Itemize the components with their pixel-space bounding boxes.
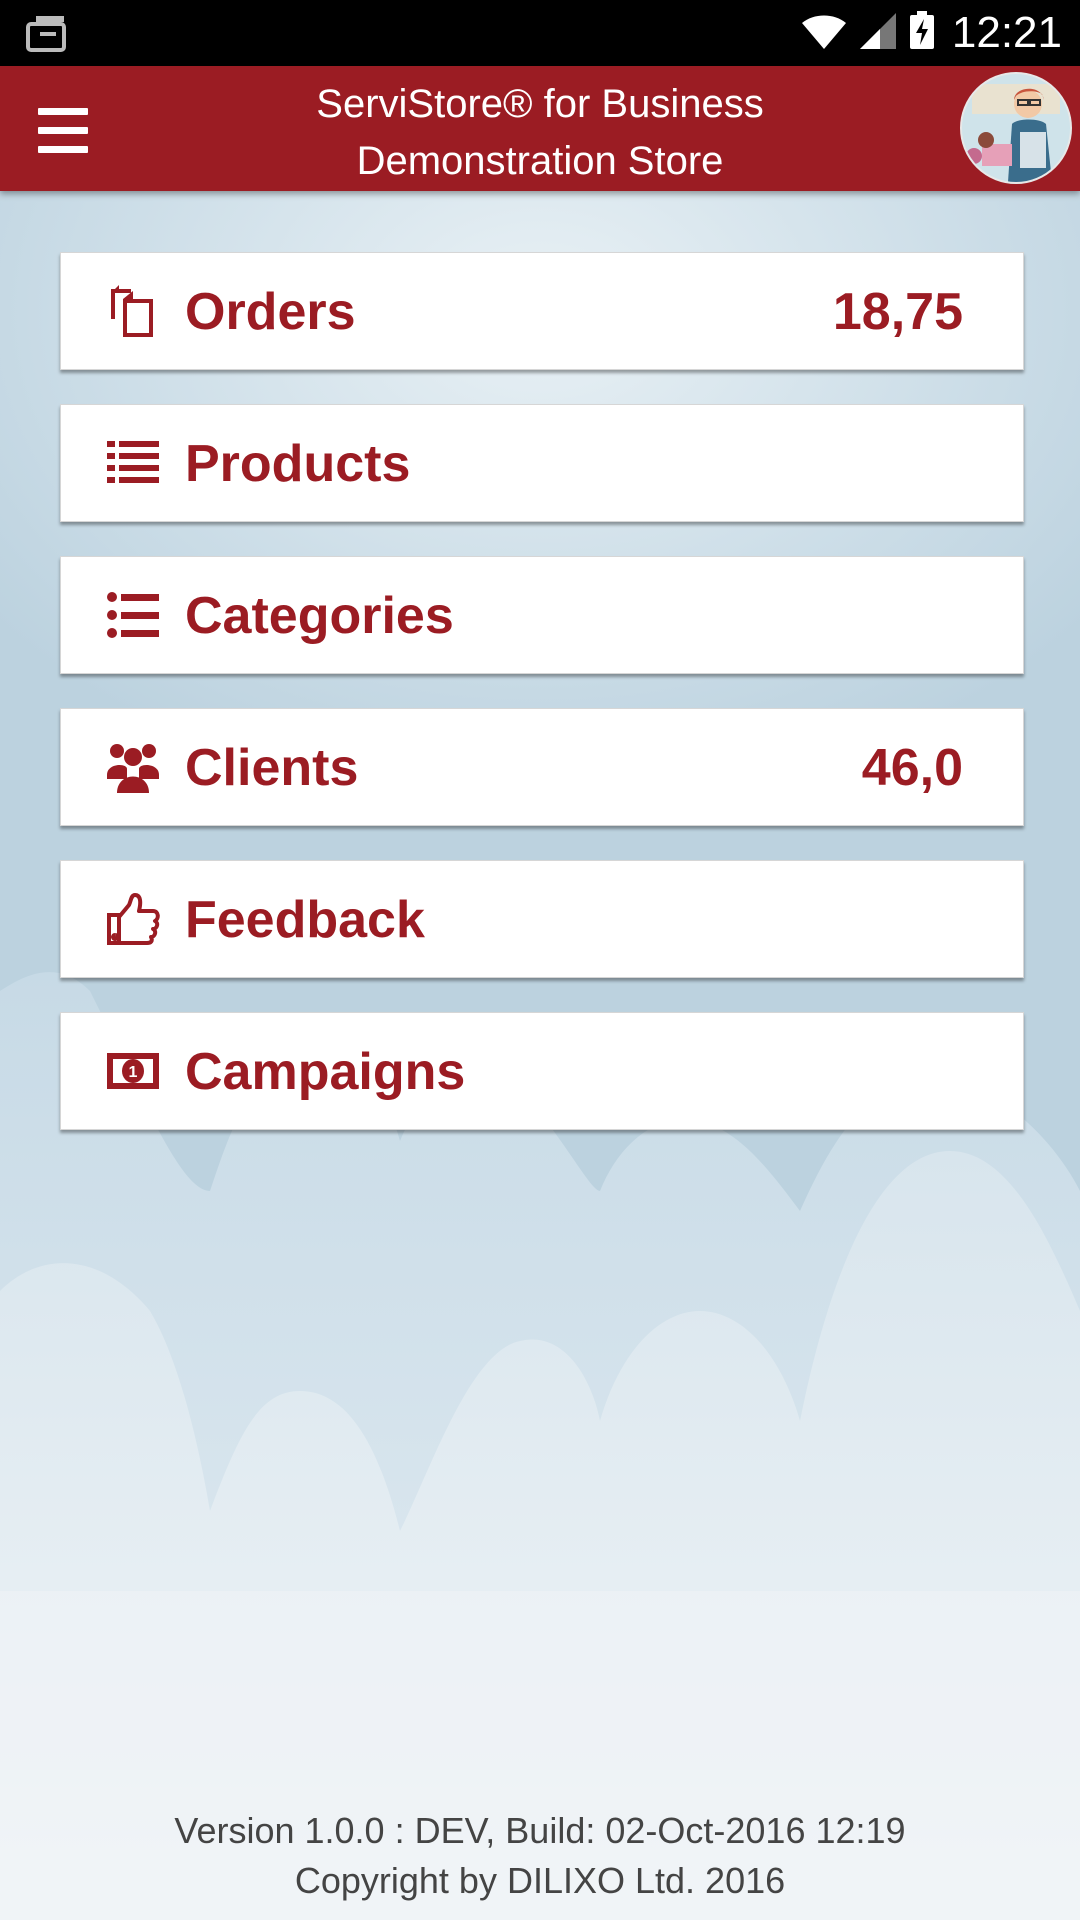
orders-label: Orders — [185, 283, 356, 341]
clients-label: Clients — [185, 739, 359, 797]
menu-item-orders[interactable]: Orders 18,75 — [60, 252, 1024, 370]
wifi-icon — [800, 11, 848, 56]
battery-charging-icon — [908, 10, 936, 56]
app-title-line2: Demonstration Store — [356, 139, 724, 183]
app-title: ServiStore® for Business Demonstration S… — [180, 76, 900, 190]
hamburger-menu-icon — [38, 108, 88, 115]
avatar-image — [962, 74, 1070, 182]
main-menu: Orders 18,75 Products Categories Clients… — [60, 252, 1024, 1164]
store-avatar[interactable] — [960, 72, 1072, 184]
menu-item-products[interactable]: Products — [60, 404, 1024, 522]
orders-value: 18,75 — [832, 283, 963, 341]
categories-label: Categories — [185, 587, 454, 645]
feedback-label: Feedback — [185, 891, 425, 949]
download-notification-icon — [26, 14, 68, 52]
thumbs-up-icon — [105, 891, 161, 947]
copyright-text: Copyright by DILIXO Ltd. 2016 — [294, 1860, 786, 1901]
app-title-line1: ServiStore® for Business — [316, 82, 764, 126]
footer: Version 1.0.0 : DEV, Build: 02-Oct-2016 … — [0, 1806, 1080, 1906]
clients-value: 46,0 — [861, 739, 963, 797]
version-text: Version 1.0.0 : DEV, Build: 02-Oct-2016 … — [174, 1810, 906, 1851]
menu-item-campaigns[interactable]: 1 Campaigns — [60, 1012, 1024, 1130]
hamburger-line — [38, 127, 88, 134]
svg-text:1: 1 — [129, 1064, 138, 1081]
menu-item-categories[interactable]: Categories — [60, 556, 1024, 674]
status-bar: 12:21 — [0, 0, 1080, 66]
list-icon — [105, 435, 161, 491]
menu-button[interactable] — [26, 96, 98, 162]
menu-item-feedback[interactable]: Feedback — [60, 860, 1024, 978]
status-time: 12:21 — [951, 8, 1062, 57]
users-icon — [105, 739, 161, 795]
orders-icon — [105, 283, 161, 339]
products-label: Products — [185, 435, 411, 493]
list-bullets-icon — [105, 587, 161, 643]
cell-signal-icon — [858, 11, 898, 56]
money-icon: 1 — [105, 1043, 161, 1099]
app-bar: ServiStore® for Business Demonstration S… — [0, 66, 1080, 191]
menu-item-clients[interactable]: Clients 46,0 — [60, 708, 1024, 826]
hamburger-line — [38, 146, 88, 153]
status-icons: 12:21 — [800, 0, 1062, 66]
campaigns-label: Campaigns — [185, 1043, 466, 1101]
